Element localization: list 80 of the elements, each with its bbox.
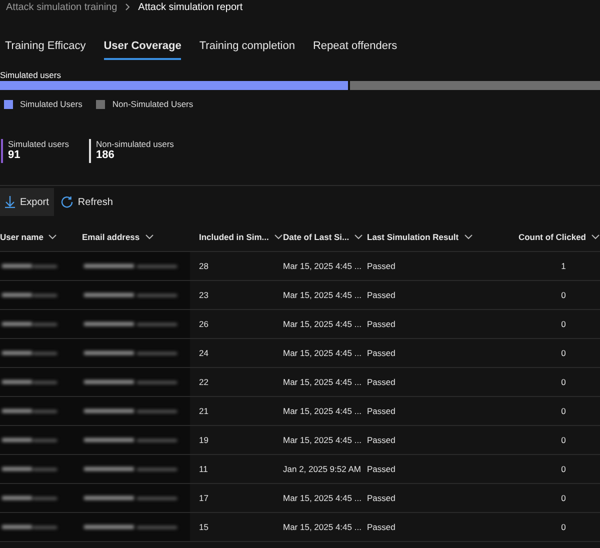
table-cell-text: Passed (367, 435, 396, 445)
table-cell-text: Mar 15, 2025 4:45 ... (283, 290, 362, 300)
chevron-down-icon (274, 234, 283, 240)
column-header[interactable]: Date of Last Si... (283, 232, 367, 242)
blurred-text-drawing (0, 522, 60, 532)
export-button[interactable]: Export (0, 188, 54, 216)
chevron-down-icon (591, 234, 600, 240)
table-cell-text: 22 (199, 377, 210, 387)
table-cell-text: Passed (367, 290, 396, 300)
table-cell-text: 19 (199, 435, 210, 445)
table-cell-text: 0 (560, 522, 567, 532)
table-cell-text: Jan 2, 2025 9:52 AM (283, 464, 362, 474)
blurred-text-drawing (0, 377, 60, 387)
table-cell-text: Passed (367, 522, 396, 532)
table-cell-text: 0 (560, 290, 567, 300)
column-header[interactable]: Email address (82, 232, 199, 242)
stat-label: Simulated users (8, 139, 69, 149)
chart-title: Simulated users (0, 70, 62, 80)
blurred-text-drawing (0, 319, 60, 329)
table-cell-text: 24 (199, 348, 210, 358)
table-cell-text: 0 (560, 319, 567, 329)
blurred-text-drawing (0, 290, 60, 300)
table-cell-text: 0 (560, 377, 567, 387)
stat-label: Non-simulated users (96, 139, 174, 149)
table-cell-text: Mar 15, 2025 4:45 ... (283, 493, 362, 503)
table-cell-text: 0 (560, 406, 567, 416)
column-header[interactable]: Count of Clicked (517, 232, 600, 242)
tab[interactable]: Training completion (199, 38, 295, 60)
download-icon (5, 196, 15, 208)
chevron-right-icon (125, 3, 130, 11)
table-cell-text: Mar 15, 2025 4:45 ... (283, 435, 362, 445)
table-cell-text: Mar 15, 2025 4:45 ... (283, 522, 362, 532)
table-cell-text: Passed (367, 377, 396, 387)
table-cell-text: 28 (199, 261, 210, 271)
chevron-down-icon (144, 234, 154, 240)
column-header[interactable]: Included in Sim... (199, 232, 283, 242)
table-cell-text: Mar 15, 2025 4:45 ... (283, 348, 362, 358)
table-cell-text: 0 (560, 348, 567, 358)
table-cell-text: Passed (367, 464, 396, 474)
tab[interactable]: Training Efficacy (5, 38, 86, 60)
blurred-text-drawing (0, 493, 60, 503)
tab[interactable]: Repeat offenders (312, 38, 398, 60)
table-cell-text: Mar 15, 2025 4:45 ... (283, 261, 362, 271)
tab[interactable]: User Coverage (104, 38, 182, 60)
blurred-text-drawing (0, 406, 60, 416)
legend-label: Non-Simulated Users (112, 99, 194, 109)
table-cell-text: Passed (367, 406, 396, 416)
table-cell-text: Mar 15, 2025 4:45 ... (283, 319, 362, 329)
table-cell-text: 21 (199, 406, 210, 416)
refresh-icon (60, 196, 73, 208)
table-cell-text: 0 (560, 464, 567, 474)
table-cell-text: Mar 15, 2025 4:45 ... (283, 377, 362, 387)
chevron-down-icon (354, 234, 364, 240)
table-cell-text: Passed (367, 261, 396, 271)
chevron-down-icon (48, 234, 58, 240)
chevron-down-icon (464, 234, 473, 240)
blurred-text-drawing (0, 261, 60, 271)
blurred-text-drawing (0, 464, 60, 474)
table-cell-text: 17 (199, 493, 210, 503)
table-cell-text: 26 (199, 319, 210, 329)
blurred-text-drawing (0, 348, 60, 358)
column-header[interactable]: User name (0, 232, 82, 242)
stat-value: 91 (8, 149, 22, 161)
legend-label: Simulated Users (20, 99, 82, 109)
table-cell-text: 0 (560, 493, 567, 503)
blurred-text-drawing (0, 435, 60, 445)
table-cell-text: Passed (367, 493, 396, 503)
table-cell-text: Passed (367, 319, 396, 329)
table-cell-text: 23 (199, 290, 210, 300)
table-cell-text: Mar 15, 2025 4:45 ... (283, 406, 362, 416)
refresh-button[interactable]: Refresh (56, 188, 118, 216)
table-cell-text: 11 (199, 464, 209, 474)
column-header[interactable]: Last Simulation Result (367, 232, 517, 242)
table-cell-text: Passed (367, 348, 396, 358)
breadcrumb-link[interactable]: Attack simulation report (138, 2, 243, 12)
table-cell-text: 0 (560, 435, 567, 445)
table-cell-text: 15 (199, 522, 210, 532)
table-cell-text: 1 (560, 261, 567, 271)
breadcrumb-link[interactable]: Attack simulation training (6, 2, 118, 12)
stat-value: 186 (96, 149, 116, 161)
